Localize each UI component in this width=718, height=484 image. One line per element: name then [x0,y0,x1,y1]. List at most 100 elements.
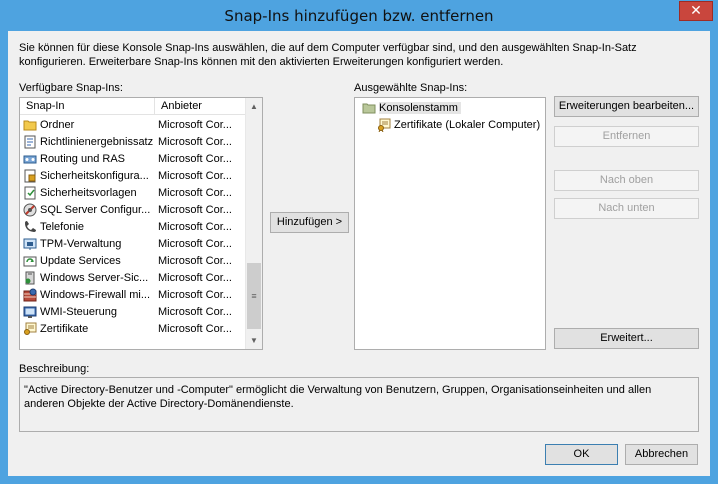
routing-icon [23,155,37,163]
certificate-icon [24,322,37,335]
list-item[interactable]: Windows-Firewall mi... Microsoft Cor... [20,286,246,303]
list-item[interactable]: Sicherheitsvorlagen Microsoft Cor... [20,184,246,201]
list-item[interactable]: Routing und RAS Microsoft Cor... [20,150,246,167]
snapin-vendor: Microsoft Cor... [158,203,232,216]
list-item[interactable]: SQL Server Configur... Microsoft Cor... [20,201,246,218]
snapin-name: TPM-Verwaltung [40,237,122,250]
available-snapins-list[interactable]: Snap-In Anbieter Ordner Microsoft Cor... R… [19,97,263,350]
edit-extensions-button[interactable]: Erweiterungen bearbeiten... [554,96,699,117]
advanced-button[interactable]: Erweitert... [554,328,699,349]
telephone-icon [25,220,36,232]
snapin-name-cell: Windows-Firewall mi... [20,288,155,302]
wmi-icon [23,306,37,318]
snapin-name: Windows-Firewall mi... [40,288,151,301]
scroll-down-arrow-icon[interactable]: ▼ [246,332,262,349]
tree-child-item[interactable]: Zertifikate (Lokaler Computer) [377,116,540,133]
certificate-icon [378,118,391,132]
firewall-icon [23,288,37,301]
snapin-vendor: Microsoft Cor... [158,118,232,131]
snapin-name-cell: Telefonie [20,220,155,234]
list-item[interactable]: Telefonie Microsoft Cor... [20,218,246,235]
list-item[interactable]: Update Services Microsoft Cor... [20,252,246,269]
list-item[interactable]: WMI-Steuerung Microsoft Cor... [20,303,246,320]
list-header: Snap-In Anbieter [20,98,246,115]
remove-button[interactable]: Entfernen [554,126,699,147]
update-services-icon [23,256,37,266]
tree-root-label: Konsolenstamm [379,101,461,114]
selected-snapins-tree[interactable]: Konsolenstamm Zertifikate (Lokaler Compu… [354,97,546,350]
scrollbar-thumb[interactable]: ≡ [247,263,261,329]
snapin-name-cell: Ordner [20,118,155,132]
snapin-name: Richtlinienergebnissatz [40,135,154,148]
list-item[interactable]: Ordner Microsoft Cor... [20,116,246,133]
folder-icon [23,120,37,130]
console-root-folder-icon [362,103,376,113]
snapin-name: Sicherheitsvorlagen [40,186,137,199]
snapin-name: Routing und RAS [40,152,125,165]
list-item[interactable]: Sicherheitskonfigura... Microsoft Cor... [20,167,246,184]
list-item[interactable]: Windows Server-Sic... Microsoft Cor... [20,269,246,286]
security-template-icon [24,186,36,199]
snapin-vendor: Microsoft Cor... [158,152,232,165]
tree-child-label: Zertifikate (Lokaler Computer) [394,118,541,131]
snapin-name: WMI-Steuerung [40,305,118,318]
add-button[interactable]: Hinzufügen > [270,212,349,233]
dialog-window: Snap-Ins hinzufügen bzw. entfernen ✕ Sie… [0,0,718,484]
snapin-name: Zertifikate [40,322,89,335]
snapin-vendor: Microsoft Cor... [158,135,232,148]
list-rows: Ordner Microsoft Cor... Richtlinienergebni… [20,116,246,337]
server-backup-icon [25,271,35,284]
snapin-name: Update Services [40,254,121,267]
close-icon: ✕ [690,3,702,19]
ok-button[interactable]: OK [545,444,618,465]
snapin-vendor: Microsoft Cor... [158,288,232,301]
move-down-button[interactable]: Nach unten [554,198,699,219]
snapin-name-cell: WMI-Steuerung [20,305,155,319]
cancel-button[interactable]: Abbrechen [625,444,698,465]
snapin-name-cell: SQL Server Configur... [20,203,155,217]
list-item[interactable]: TPM-Verwaltung Microsoft Cor... [20,235,246,252]
list-item[interactable]: Richtlinienergebnissatz Microsoft Cor... [20,133,246,150]
snapin-name: Ordner [40,118,75,131]
snapin-name-cell: TPM-Verwaltung [20,237,155,251]
snapin-vendor: Microsoft Cor... [158,237,232,250]
policy-document-icon [24,135,36,148]
snapin-vendor: Microsoft Cor... [158,169,232,182]
snapin-name-cell: Richtlinienergebnissatz [20,135,155,149]
available-snapins-label: Verfügbare Snap-Ins: [19,82,123,94]
intro-text: Sie können für diese Konsole Snap-Ins au… [19,42,637,68]
column-header-snapin[interactable]: Snap-In [20,98,155,115]
column-header-vendor[interactable]: Anbieter [155,98,246,115]
list-item[interactable]: Zertifikate Microsoft Cor... [20,320,246,337]
move-up-button[interactable]: Nach oben [554,170,699,191]
snapin-name: Windows Server-Sic... [40,271,149,284]
close-button[interactable]: ✕ [679,1,713,21]
snapin-name-cell: Zertifikate [20,322,155,336]
snapin-name-cell: Sicherheitskonfigura... [20,169,155,183]
description-label: Beschreibung: [19,363,90,375]
snapin-name-cell: Windows Server-Sic... [20,271,155,285]
snapin-vendor: Microsoft Cor... [158,254,232,267]
snapin-name-cell: Update Services [20,254,155,268]
window-title: Snap-Ins hinzufügen bzw. entfernen [224,7,494,25]
snapin-vendor: Microsoft Cor... [158,322,232,335]
snapin-vendor: Microsoft Cor... [158,186,232,199]
snapin-name: SQL Server Configur... [40,203,151,216]
snapin-name-cell: Routing und RAS [20,152,155,166]
snapin-name: Sicherheitskonfigura... [40,169,149,182]
title-bar[interactable]: Snap-Ins hinzufügen bzw. entfernen ✕ [0,0,718,33]
description-text: "Active Directory-Benutzer und -Computer… [19,377,699,432]
selected-snapins-label: Ausgewählte Snap-Ins: [354,82,468,94]
sql-server-icon [23,203,37,216]
security-config-icon [24,169,36,182]
tree-root-item[interactable]: Konsolenstamm [362,99,461,116]
snapin-name: Telefonie [40,220,85,233]
snapin-name-cell: Sicherheitsvorlagen [20,186,155,200]
snapin-vendor: Microsoft Cor... [158,271,232,284]
scroll-up-arrow-icon[interactable]: ▲ [246,98,262,115]
snapin-vendor: Microsoft Cor... [158,220,232,233]
dialog-client: Sie können für diese Konsole Snap-Ins au… [8,31,710,476]
list-scrollbar[interactable]: ▲ ≡ ▼ [245,98,262,349]
snapin-vendor: Microsoft Cor... [158,305,232,318]
tpm-icon [23,238,37,250]
